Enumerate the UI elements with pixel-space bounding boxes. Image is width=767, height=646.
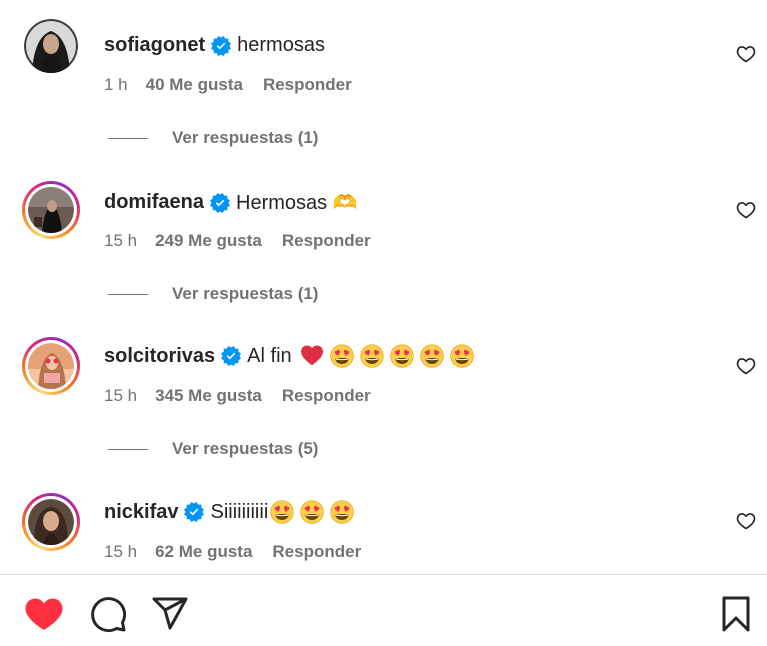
divider xyxy=(0,574,767,575)
avatar[interactable] xyxy=(22,337,80,395)
reply-button[interactable]: Responder xyxy=(263,75,352,95)
heart-eyes-emoji-icon xyxy=(390,344,414,368)
comment-line: solcitorivas Al fin xyxy=(104,344,474,368)
replies-dash xyxy=(108,137,148,139)
avatar-frame xyxy=(25,496,77,548)
view-replies-label: Ver respuestas (1) xyxy=(172,128,319,147)
avatar-photo xyxy=(28,343,74,389)
avatar-frame xyxy=(25,340,77,392)
avatar[interactable] xyxy=(22,181,80,239)
comment-icon[interactable] xyxy=(88,594,128,634)
verified-icon xyxy=(210,193,230,213)
avatar[interactable] xyxy=(22,493,80,551)
view-replies-button[interactable]: Ver respuestas (5) xyxy=(108,439,318,459)
comment-text: Siiiiiiiiii xyxy=(210,500,354,524)
comment-meta: 15 h 62 Me gusta Responder xyxy=(104,542,361,562)
red-heart-emoji-icon xyxy=(300,344,324,368)
reply-button[interactable]: Responder xyxy=(282,231,371,251)
reply-button[interactable]: Responder xyxy=(282,386,371,406)
comment-time[interactable]: 15 h xyxy=(104,542,137,562)
avatar-photo xyxy=(24,19,78,73)
avatar-photo xyxy=(28,499,74,545)
like-count[interactable]: 345 Me gusta xyxy=(155,386,262,406)
like-count[interactable]: 40 Me gusta xyxy=(146,75,243,95)
comment-meta: 1 h 40 Me gusta Responder xyxy=(104,75,352,95)
comment-line: nickifav Siiiiiiiiii xyxy=(104,500,354,524)
like-comment-heart-icon[interactable] xyxy=(736,44,756,64)
heart-eyes-emoji-icon xyxy=(360,344,384,368)
reply-button[interactable]: Responder xyxy=(272,542,361,562)
share-icon[interactable] xyxy=(150,594,190,634)
replies-dash xyxy=(108,293,148,295)
heart-filled-icon[interactable] xyxy=(24,594,64,634)
heart-eyes-emoji-icon xyxy=(330,344,354,368)
avatar-photo xyxy=(28,187,74,233)
comment-text: Al fin xyxy=(247,344,473,368)
username[interactable]: domifaena xyxy=(104,191,204,214)
comment-text-label: Al fin xyxy=(247,344,292,367)
comment-text-label: Siiiiiiiiii xyxy=(210,500,269,523)
comment-meta: 15 h 249 Me gusta Responder xyxy=(104,231,371,251)
like-comment-heart-icon[interactable] xyxy=(736,511,756,531)
username[interactable]: nickifav xyxy=(104,501,178,524)
view-replies-button[interactable]: Ver respuestas (1) xyxy=(108,128,318,148)
comment-line: domifaena Hermosas 🫶 xyxy=(104,190,358,215)
heart-eyes-emoji-icon xyxy=(330,500,354,524)
comment-text: hermosas xyxy=(237,34,325,56)
verified-icon xyxy=(184,502,204,522)
like-comment-heart-icon[interactable] xyxy=(736,200,756,220)
avatar-frame xyxy=(25,184,77,236)
comment-time[interactable]: 1 h xyxy=(104,75,128,95)
username[interactable]: solcitorivas xyxy=(104,345,215,368)
heart-eyes-emoji-icon xyxy=(300,500,324,524)
view-replies-label: Ver respuestas (5) xyxy=(172,439,319,458)
comments-panel: sofiagonet hermosas 1 h 40 Me gusta Resp… xyxy=(0,0,767,646)
replies-dash xyxy=(108,448,148,450)
bookmark-icon[interactable] xyxy=(716,594,756,634)
comment-text: Hermosas 🫶 xyxy=(236,192,358,214)
view-replies-button[interactable]: Ver respuestas (1) xyxy=(108,284,318,304)
heart-eyes-emoji-icon xyxy=(270,500,294,524)
heart-eyes-emoji-icon xyxy=(450,344,474,368)
like-count[interactable]: 62 Me gusta xyxy=(155,542,252,562)
like-comment-heart-icon[interactable] xyxy=(736,356,756,376)
comment-time[interactable]: 15 h xyxy=(104,386,137,406)
heart-eyes-emoji-icon xyxy=(420,344,444,368)
view-replies-label: Ver respuestas (1) xyxy=(172,284,319,303)
comment-meta: 15 h 345 Me gusta Responder xyxy=(104,386,371,406)
verified-icon xyxy=(221,346,241,366)
verified-icon xyxy=(211,36,231,56)
avatar[interactable] xyxy=(24,19,78,73)
comment-time[interactable]: 15 h xyxy=(104,231,137,251)
username[interactable]: sofiagonet xyxy=(104,34,205,57)
like-count[interactable]: 249 Me gusta xyxy=(155,231,262,251)
comment-line: sofiagonet hermosas xyxy=(104,34,325,57)
